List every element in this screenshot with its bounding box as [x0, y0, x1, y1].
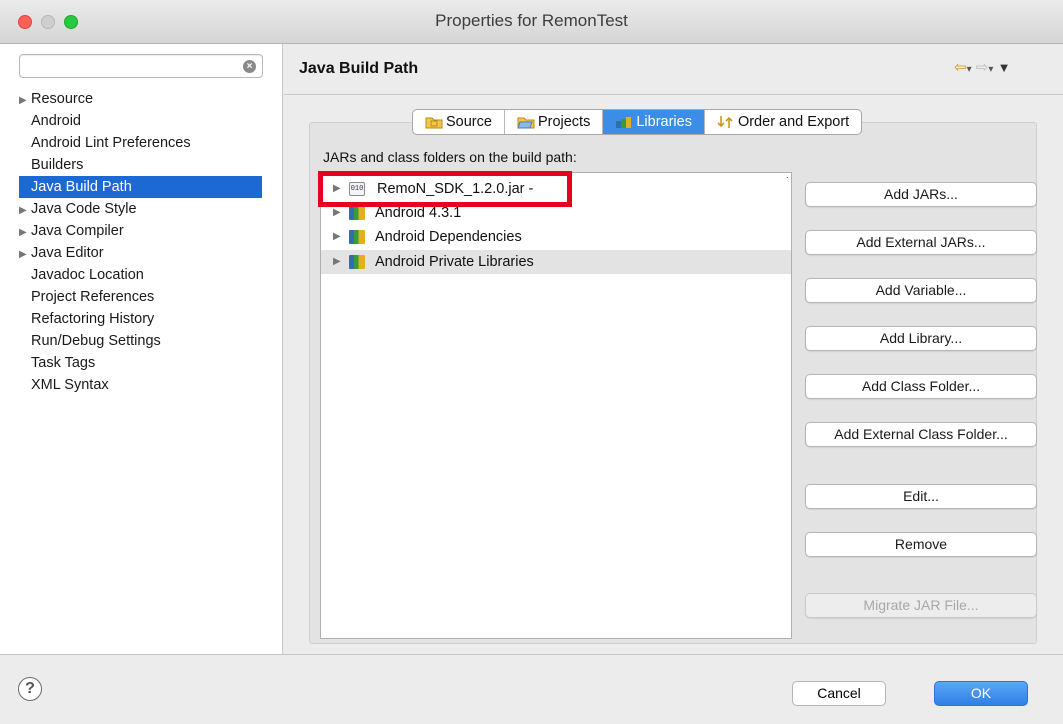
add-jars-button[interactable]: Add JARs...: [805, 182, 1037, 207]
add-library-button[interactable]: Add Library...: [805, 326, 1037, 351]
cancel-button[interactable]: Cancel: [792, 681, 886, 706]
sidebar-item-label: Builders: [31, 157, 84, 173]
tab-source[interactable]: Source: [413, 110, 505, 134]
library-icon: [349, 255, 365, 269]
sidebar-item-label: Resource: [31, 91, 94, 107]
sidebar-item-label: Android: [31, 113, 81, 129]
tab-order-and-export[interactable]: Order and Export: [705, 110, 861, 134]
sidebar-item-label: Run/Debug Settings: [31, 333, 161, 349]
filter-input[interactable]: [26, 55, 236, 77]
tab-label: Libraries: [636, 114, 692, 130]
remove-button[interactable]: Remove: [805, 532, 1037, 557]
footer-divider: [0, 654, 1063, 655]
sidebar-item-label: Java Editor: [31, 245, 104, 261]
tab-label: Source: [446, 114, 492, 130]
build-path-tree[interactable]: ▶ 010 RemoN_SDK_1.2.0.jar - ▶ Android 4.…: [320, 172, 792, 639]
history-nav: ⇦▾ ⇨▾ ▼: [954, 58, 1010, 76]
add-class-folder-button[interactable]: Add Class Folder...: [805, 374, 1037, 399]
ok-button[interactable]: OK: [934, 681, 1028, 706]
tree-row-android-dependencies[interactable]: ▶ Android Dependencies: [321, 225, 791, 249]
page-title: Java Build Path: [299, 60, 419, 77]
title-bar: Properties for RemonTest: [0, 0, 1063, 44]
tab-label: Order and Export: [737, 114, 850, 130]
sidebar-item-java-code-style[interactable]: ▶ Java Code Style: [19, 198, 262, 220]
sidebar-item-java-editor[interactable]: ▶ Java Editor: [19, 242, 262, 264]
sidebar-item-project-references[interactable]: Project References: [19, 286, 262, 308]
library-icon: [349, 230, 365, 244]
edit-button[interactable]: Edit...: [805, 484, 1037, 509]
tab-bar: Source Projects Libraries Order and Expo…: [412, 109, 863, 135]
sidebar-item-label: Refactoring History: [31, 311, 155, 327]
sidebar-item-label: Android Lint Preferences: [31, 135, 191, 151]
forward-dropdown-icon[interactable]: ▾: [988, 64, 993, 75]
add-external-class-folder-button[interactable]: Add External Class Folder...: [805, 422, 1037, 447]
sidebar-item-xml-syntax[interactable]: XML Syntax: [19, 374, 262, 396]
sidebar-item-builders[interactable]: Builders: [19, 154, 262, 176]
expand-arrow-icon[interactable]: ▶: [333, 250, 341, 274]
window-title: Properties for RemonTest: [435, 11, 628, 30]
tab-projects[interactable]: Projects: [505, 110, 604, 134]
annotation-highlight-box: [318, 171, 572, 207]
preferences-sidebar: × ▶ Resource Android Android Lint Prefere…: [0, 44, 283, 654]
sidebar-item-task-tags[interactable]: Task Tags: [19, 352, 262, 374]
sidebar-item-label: Javadoc Location: [31, 267, 144, 283]
source-folder-icon: [425, 117, 443, 129]
library-icon: [349, 206, 365, 220]
expand-arrow-icon[interactable]: ▶: [333, 225, 341, 249]
sidebar-item-label: Task Tags: [31, 355, 96, 371]
sidebar-item-javadoc-location[interactable]: Javadoc Location: [19, 264, 262, 286]
tab-label: Projects: [537, 114, 591, 130]
expand-arrow-icon[interactable]: ▶: [19, 244, 31, 266]
tab-libraries[interactable]: Libraries: [603, 110, 705, 134]
clear-icon[interactable]: ×: [243, 60, 256, 73]
back-arrow-icon[interactable]: ⇦: [954, 59, 967, 76]
tree-row-android-private-libraries[interactable]: ▶ Android Private Libraries: [321, 250, 791, 274]
sidebar-item-label: Java Compiler: [31, 223, 124, 239]
projects-folder-icon: [517, 117, 535, 129]
libraries-icon: [616, 117, 632, 128]
column-tick: ˙: [786, 176, 790, 188]
view-menu-icon[interactable]: ▼: [998, 60, 1011, 75]
add-variable-button[interactable]: Add Variable...: [805, 278, 1037, 303]
sidebar-item-run-debug-settings[interactable]: Run/Debug Settings: [19, 330, 262, 352]
forward-arrow-icon[interactable]: ⇨: [976, 59, 989, 76]
expand-arrow-icon[interactable]: ▶: [19, 90, 31, 112]
filter-field[interactable]: ×: [19, 54, 263, 78]
sidebar-item-label: XML Syntax: [31, 377, 109, 393]
tree-row-label: Android Dependencies: [375, 229, 522, 245]
sidebar-item-label: Java Code Style: [31, 201, 137, 217]
sidebar-item-java-build-path[interactable]: Java Build Path: [19, 176, 262, 198]
sidebar-item-android[interactable]: Android: [19, 110, 262, 132]
preferences-tree: ▶ Resource Android Android Lint Preferenc…: [19, 88, 262, 396]
back-dropdown-icon[interactable]: ▾: [967, 64, 972, 75]
order-export-icon: [717, 116, 733, 128]
sidebar-item-refactoring-history[interactable]: Refactoring History: [19, 308, 262, 330]
sidebar-item-label: Java Build Path: [31, 179, 132, 195]
help-icon[interactable]: ?: [18, 677, 42, 701]
header-divider: [284, 94, 1063, 95]
tree-row-label: Android Private Libraries: [375, 254, 534, 270]
migrate-jar-button[interactable]: Migrate JAR File...: [805, 593, 1037, 618]
expand-arrow-icon[interactable]: ▶: [19, 222, 31, 244]
sidebar-item-label: Project References: [31, 289, 155, 305]
build-path-label: JARs and class folders on the build path…: [323, 149, 577, 165]
sidebar-item-java-compiler[interactable]: ▶ Java Compiler: [19, 220, 262, 242]
sidebar-item-android-lint-preferences[interactable]: Android Lint Preferences: [19, 132, 262, 154]
sidebar-item-resource[interactable]: ▶ Resource: [19, 88, 262, 110]
expand-arrow-icon[interactable]: ▶: [19, 200, 31, 222]
add-external-jars-button[interactable]: Add External JARs...: [805, 230, 1037, 255]
